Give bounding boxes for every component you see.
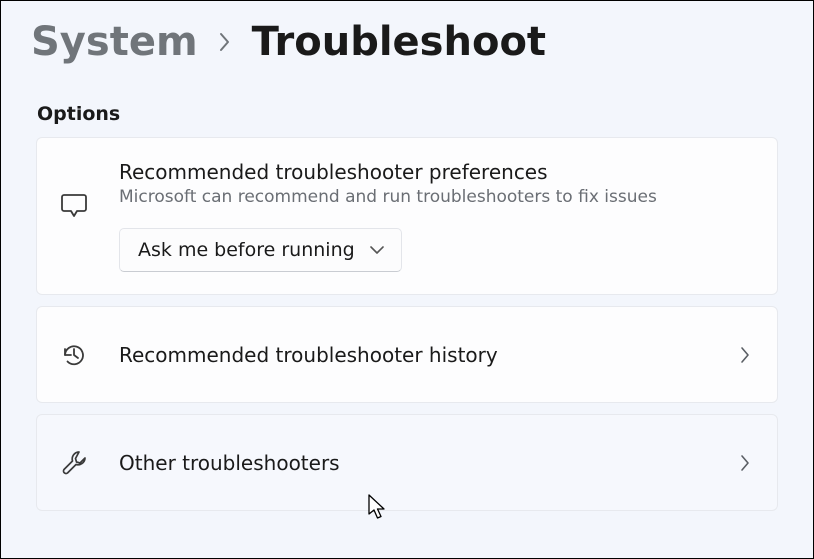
- preferences-title: Recommended troubleshooter preferences: [119, 160, 755, 184]
- history-label: Recommended troubleshooter history: [119, 343, 739, 367]
- other-troubleshooters-label: Other troubleshooters: [119, 451, 739, 475]
- chevron-right-icon: [739, 453, 755, 473]
- page-title: Troubleshoot: [252, 19, 546, 65]
- other-troubleshooters-row[interactable]: Other troubleshooters: [36, 414, 778, 511]
- troubleshooter-history-row[interactable]: Recommended troubleshooter history: [36, 306, 778, 403]
- preferences-dropdown[interactable]: Ask me before running: [119, 228, 402, 272]
- chevron-right-icon: [739, 345, 755, 365]
- wrench-icon: [59, 448, 101, 478]
- section-header-options: Options: [1, 65, 813, 137]
- chevron-down-icon: [369, 245, 385, 255]
- speech-bubble-icon: [59, 160, 101, 220]
- history-icon: [59, 340, 101, 370]
- chevron-right-icon: [218, 31, 232, 53]
- dropdown-value: Ask me before running: [138, 239, 355, 261]
- preferences-subtitle: Microsoft can recommend and run troubles…: [119, 187, 755, 207]
- troubleshooter-preferences-card: Recommended troubleshooter preferences M…: [36, 137, 778, 295]
- breadcrumb-parent-system[interactable]: System: [31, 19, 198, 65]
- breadcrumb: System Troubleshoot: [1, 1, 813, 65]
